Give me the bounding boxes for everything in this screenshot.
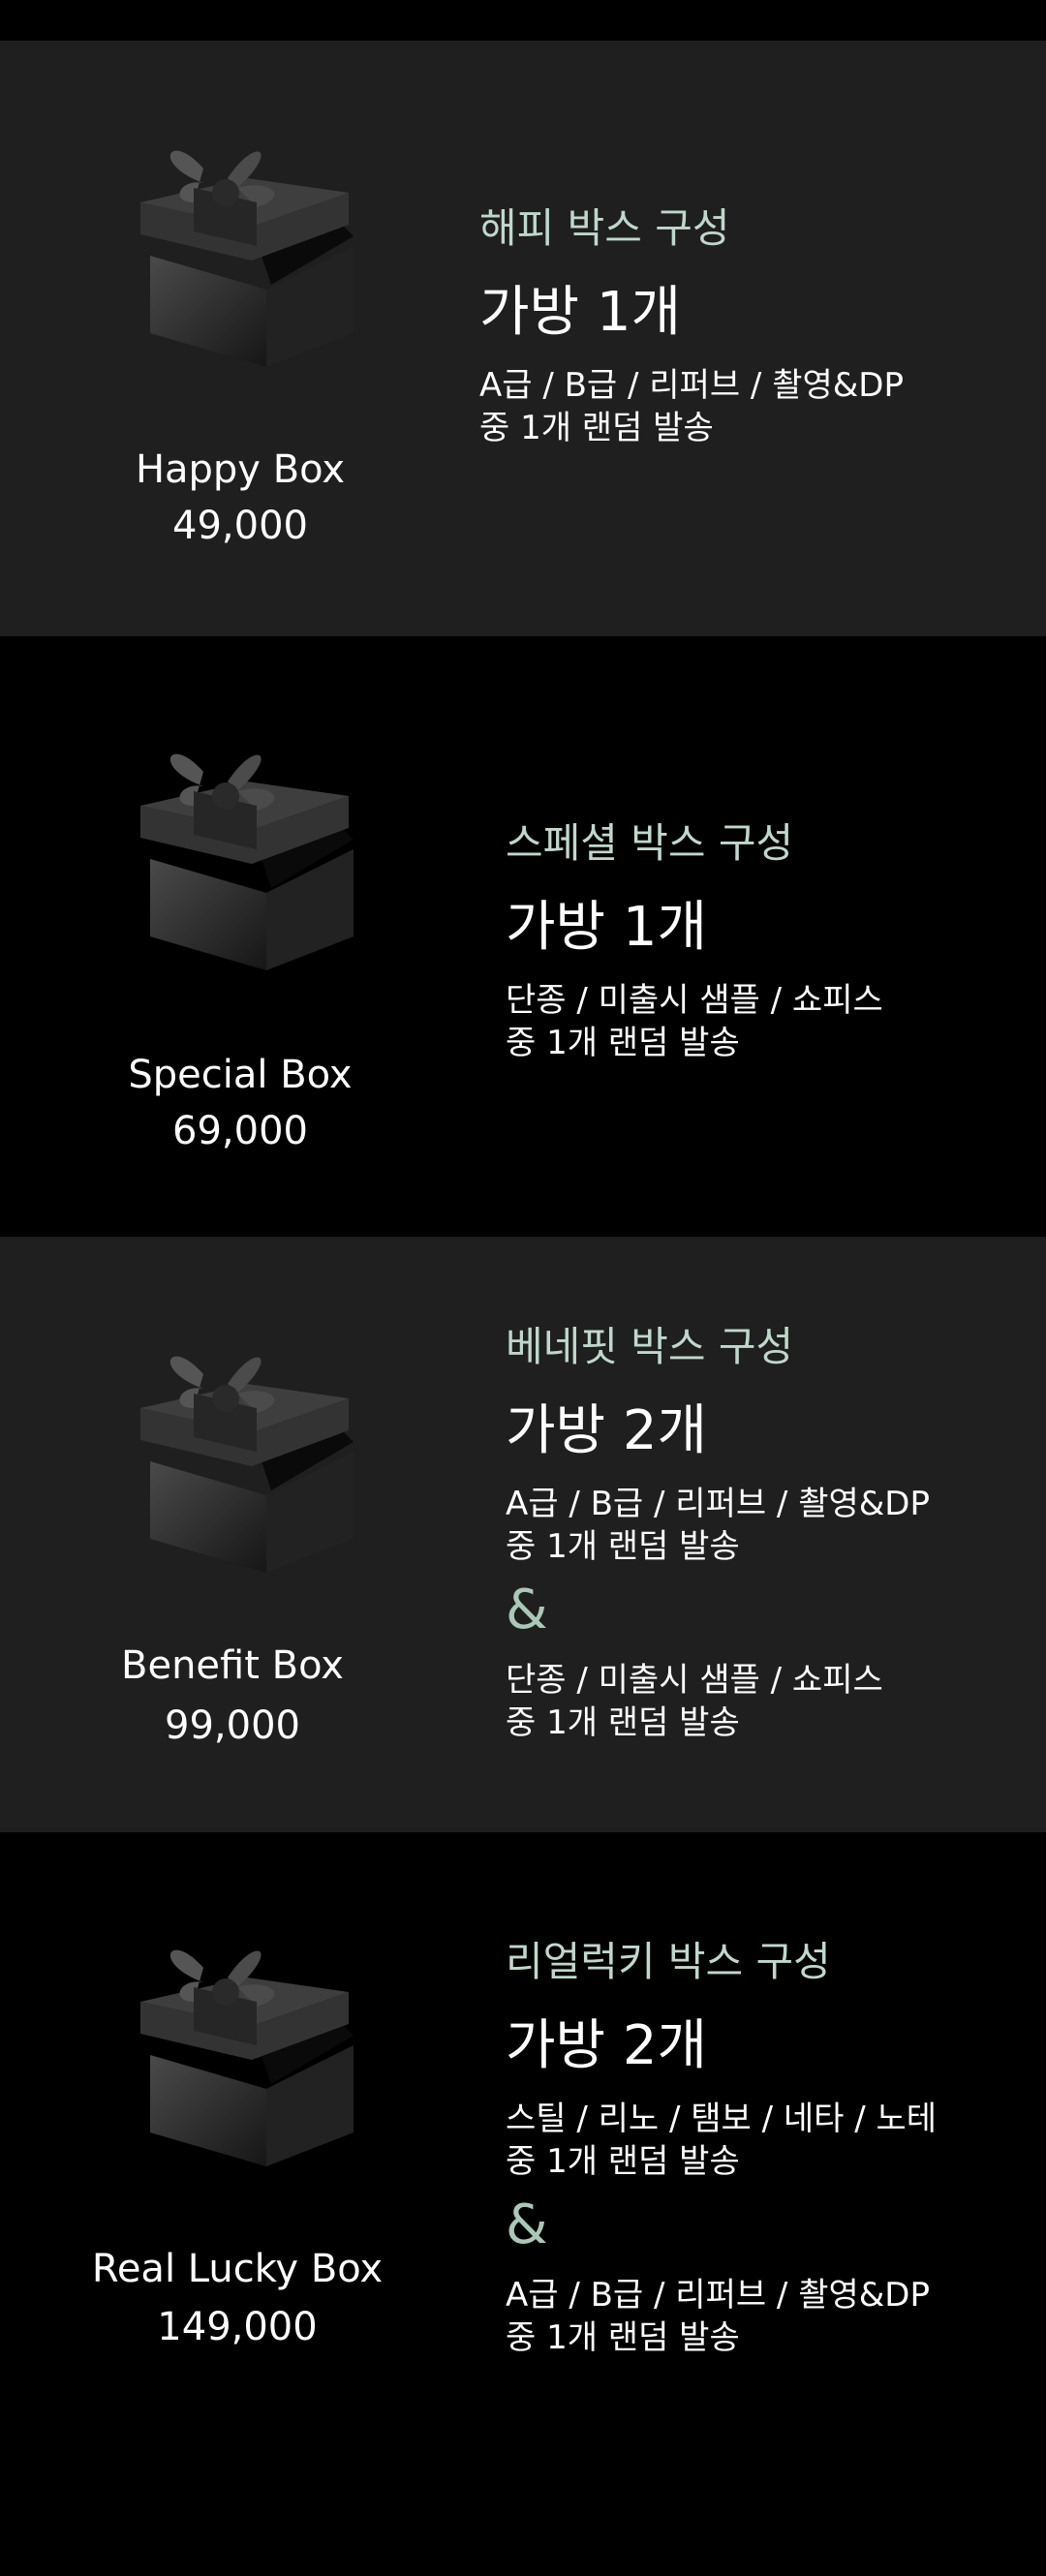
box-desc-line: 중 1개 랜덤 발송: [506, 1527, 740, 1566]
box-price: 69,000: [172, 1109, 308, 1153]
box-desc-line: 중 1개 랜덤 발송: [506, 2142, 740, 2181]
box-heading: 리얼럭키 박스 구성: [506, 1938, 831, 1985]
page: Happy Box 49,000 해피 박스 구성 가방 1개 A급 / B급 …: [0, 0, 1046, 2576]
bag-count: 가방 2개: [506, 2014, 707, 2077]
box-name: Real Lucky Box: [91, 2247, 384, 2291]
box-info: 스페셜 박스 구성 가방 1개 단종 / 미출시 샘플 / 쇼피스 중 1개 랜…: [506, 811, 883, 1064]
box-name: Benefit Box: [121, 1643, 344, 1688]
box-desc-line: 중 1개 랜덤 발송: [506, 1024, 740, 1062]
box-desc-line: 중 1개 랜덤 발송: [506, 2318, 740, 2357]
box-price: 49,000: [172, 504, 308, 548]
box-desc-line: A급 / B급 / 리퍼브 / 촬영&DP: [506, 1485, 930, 1523]
gift-box-icon: [111, 110, 373, 372]
box-price: 99,000: [165, 1703, 300, 1748]
box-heading: 베네핏 박스 구성: [506, 1323, 794, 1370]
real-lucky-box-section: Real Lucky Box 149,000 리얼럭키 박스 구성 가방 2개 …: [0, 1832, 1046, 2576]
box-desc-line: 중 1개 랜덤 발송: [506, 1703, 740, 1742]
box-desc-line: 단종 / 미출시 샘플 / 쇼피스: [506, 981, 883, 1020]
benefit-box-section: Benefit Box 99,000 베네핏 박스 구성 가방 2개 A급 / …: [0, 1237, 1046, 1832]
box-desc-line: 스틸 / 리노 / 탬보 / 네타 / 노테: [506, 2100, 938, 2138]
box-name: Happy Box: [135, 447, 346, 492]
special-box-section: Special Box 69,000 스페셜 박스 구성 가방 1개 단종 / …: [0, 636, 1046, 1237]
bag-count: 가방 1개: [506, 896, 707, 959]
box-desc-line: 중 1개 랜덤 발송: [479, 409, 714, 447]
gift-box-icon: [111, 1910, 373, 2171]
bag-count: 가방 1개: [479, 281, 681, 344]
box-price: 149,000: [157, 2305, 318, 2349]
happy-box-section: Happy Box 49,000 해피 박스 구성 가방 1개 A급 / B급 …: [0, 41, 1046, 636]
box-name: Special Box: [128, 1053, 353, 1097]
box-desc-line: A급 / B급 / 리퍼브 / 촬영&DP: [479, 366, 904, 405]
box-desc-line: A급 / B급 / 리퍼브 / 촬영&DP: [506, 2276, 930, 2315]
box-heading: 해피 박스 구성: [479, 204, 730, 252]
box-heading: 스페셜 박스 구성: [506, 819, 794, 867]
box-info: 리얼럭키 박스 구성 가방 2개 스틸 / 리노 / 탬보 / 네타 / 노테 …: [506, 1929, 937, 2359]
ampersand: &: [506, 2193, 548, 2256]
gift-box-icon: [111, 714, 373, 975]
box-info: 해피 박스 구성 가방 1개 A급 / B급 / 리퍼브 / 촬영&DP 중 1…: [479, 196, 904, 449]
box-desc-line: 단종 / 미출시 샘플 / 쇼피스: [506, 1661, 883, 1700]
gift-box-icon: [111, 1316, 373, 1578]
bag-count: 가방 2개: [506, 1399, 707, 1462]
ampersand: &: [506, 1579, 548, 1641]
box-info: 베네핏 박스 구성 가방 2개 A급 / B급 / 리퍼브 / 촬영&DP 중 …: [506, 1314, 930, 1744]
